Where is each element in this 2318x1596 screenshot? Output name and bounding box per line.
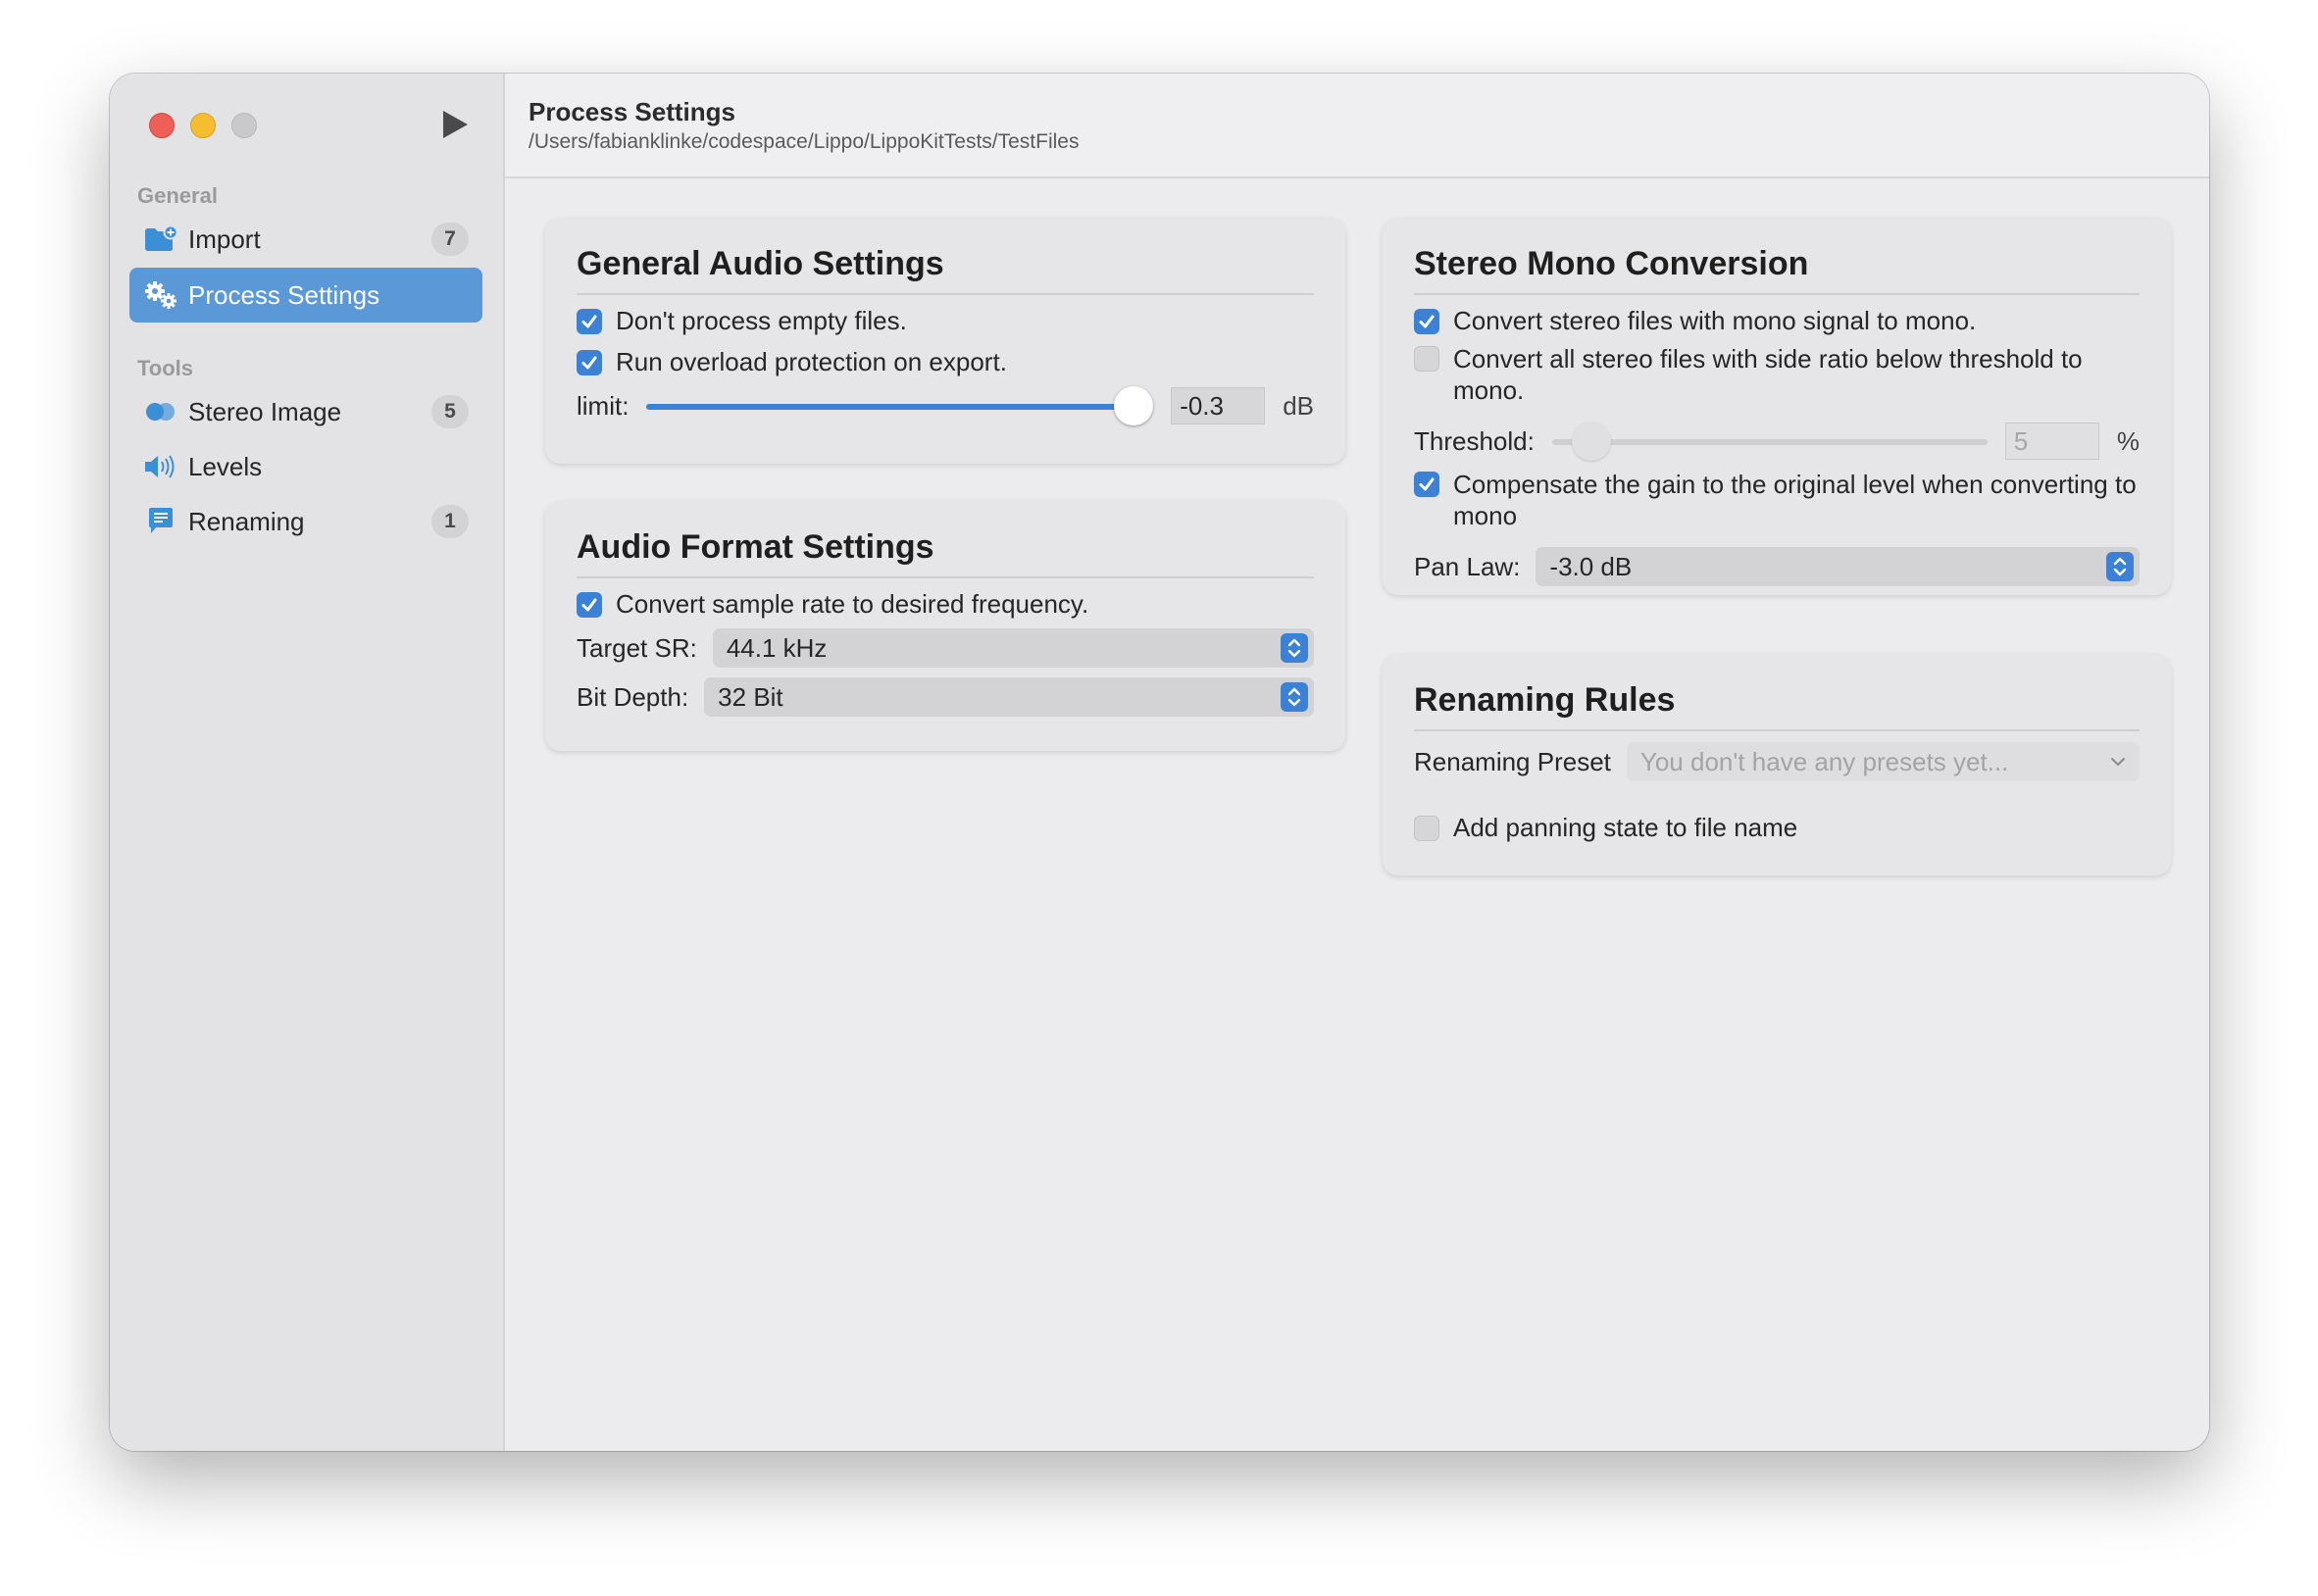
compensate-row: Compensate the gain to the original leve… xyxy=(1414,469,2140,531)
threshold-row: Threshold: 5 % xyxy=(1414,422,2140,461)
overload-protection-checkbox[interactable] xyxy=(577,349,602,375)
empty-files-label: Don't process empty files. xyxy=(616,306,907,335)
empty-files-checkbox[interactable] xyxy=(577,308,602,334)
limit-slider[interactable] xyxy=(646,386,1154,425)
limit-label: limit: xyxy=(577,390,630,421)
slider-track xyxy=(1551,439,1988,445)
sidebar-section-general: General xyxy=(137,183,218,208)
sidebar-item-process-settings[interactable]: Process Settings xyxy=(129,268,482,323)
overload-protection-label: Run overload protection on export. xyxy=(616,347,1007,376)
convert-sample-rate-label: Convert sample rate to desired frequency… xyxy=(616,589,1089,619)
threshold-label: Threshold: xyxy=(1414,425,1535,456)
sidebar-item-label: Levels xyxy=(188,451,263,481)
bit-depth-select[interactable]: 32 Bit xyxy=(704,677,1314,717)
zoom-window-button[interactable] xyxy=(231,113,257,138)
stereo-circles-icon xyxy=(143,394,178,429)
updown-chevron-icon xyxy=(1281,633,1308,663)
app-window: General Import 7 Process Settings Tools … xyxy=(110,74,2209,1451)
side-ratio-row: Convert all stereo files with side ratio… xyxy=(1414,343,2140,406)
compensate-gain-checkbox[interactable] xyxy=(1414,472,1439,497)
side-ratio-checkbox[interactable] xyxy=(1414,346,1439,372)
pan-law-row: Pan Law: -3.0 dB xyxy=(1414,547,2140,586)
text-bubble-icon xyxy=(143,504,178,539)
target-sr-label: Target SR: xyxy=(577,632,697,663)
bit-depth-label: Bit Depth: xyxy=(577,681,689,712)
updown-chevron-icon xyxy=(1281,682,1308,712)
target-sr-row: Target SR: 44.1 kHz xyxy=(577,628,1314,668)
checkmark-icon xyxy=(581,315,597,327)
stereo-mono-conversion-panel: Stereo Mono Conversion Convert stereo fi… xyxy=(1383,218,2171,595)
renaming-count-badge: 1 xyxy=(431,505,469,538)
chevron-down-icon xyxy=(2110,757,2126,767)
slider-knob[interactable] xyxy=(1113,386,1153,425)
checkmark-icon xyxy=(581,598,597,611)
slider-fill xyxy=(646,404,1134,410)
import-count-badge: 7 xyxy=(431,223,469,256)
convert-mono-label: Convert stereo files with mono signal to… xyxy=(1453,306,1977,335)
overload-row: Run overload protection on export. xyxy=(577,347,1314,377)
renaming-preset-select[interactable]: You don't have any presets yet... xyxy=(1626,742,2140,781)
bit-depth-row: Bit Depth: 32 Bit xyxy=(577,677,1314,717)
close-window-button[interactable] xyxy=(149,113,175,138)
checkmark-icon xyxy=(1419,477,1435,491)
checkmark-icon xyxy=(581,356,597,369)
speaker-icon xyxy=(143,449,178,484)
window-controls xyxy=(149,113,257,138)
folder-path: /Users/fabianklinke/codespace/Lippo/Lipp… xyxy=(529,130,1080,153)
convert-mono-row: Convert stereo files with mono signal to… xyxy=(1414,306,2140,336)
limit-value-field[interactable]: -0.3 xyxy=(1171,387,1266,424)
panel-title: Stereo Mono Conversion xyxy=(1414,245,2140,295)
sidebar-item-import[interactable]: Import 7 xyxy=(129,212,482,267)
panning-state-row: Add panning state to file name xyxy=(1414,813,2140,843)
sidebar: General Import 7 Process Settings Tools … xyxy=(110,74,505,1451)
renaming-rules-panel: Renaming Rules Renaming Preset You don't… xyxy=(1383,654,2171,875)
pan-law-value: -3.0 dB xyxy=(1549,551,1633,581)
target-sr-value: 44.1 kHz xyxy=(726,632,828,663)
convert-sr-row: Convert sample rate to desired frequency… xyxy=(577,589,1314,620)
panel-title: Audio Format Settings xyxy=(577,528,1314,578)
audio-format-settings-panel: Audio Format Settings Convert sample rat… xyxy=(545,501,1345,751)
renaming-preset-row: Renaming Preset You don't have any prese… xyxy=(1414,742,2140,781)
pan-law-select[interactable]: -3.0 dB xyxy=(1536,547,2140,586)
sidebar-item-label: Renaming xyxy=(188,506,305,536)
stereo-image-count-badge: 5 xyxy=(431,395,469,428)
sidebar-item-stereo-image[interactable]: Stereo Image 5 xyxy=(129,384,482,439)
sidebar-item-label: Stereo Image xyxy=(188,396,342,426)
sidebar-item-label: Process Settings xyxy=(188,279,380,310)
sidebar-item-label: Import xyxy=(188,224,261,254)
limit-unit: dB xyxy=(1283,390,1314,421)
sidebar-item-levels[interactable]: Levels xyxy=(129,439,482,494)
compensate-gain-label: Compensate the gain to the original leve… xyxy=(1453,470,2137,530)
empty-files-row: Don't process empty files. xyxy=(577,306,1314,336)
limit-row: limit: -0.3 dB xyxy=(577,386,1314,425)
toolbar-header: Process Settings /Users/fabianklinke/cod… xyxy=(505,74,2209,178)
updown-chevron-icon xyxy=(2106,552,2134,581)
renaming-preset-placeholder: You don't have any presets yet... xyxy=(1639,746,2009,776)
general-audio-settings-panel: General Audio Settings Don't process emp… xyxy=(545,218,1345,464)
slider-knob[interactable] xyxy=(1571,422,1611,461)
checkmark-icon xyxy=(1419,315,1435,327)
convert-mono-checkbox[interactable] xyxy=(1414,308,1439,334)
gears-icon xyxy=(143,277,178,313)
convert-sample-rate-checkbox[interactable] xyxy=(577,591,602,618)
renaming-preset-label: Renaming Preset xyxy=(1414,746,1611,776)
side-ratio-label: Convert all stereo files with side ratio… xyxy=(1453,344,2083,405)
threshold-unit: % xyxy=(2116,425,2140,456)
sidebar-section-tools: Tools xyxy=(137,356,194,380)
target-sr-select[interactable]: 44.1 kHz xyxy=(712,628,1314,668)
panel-title: General Audio Settings xyxy=(577,245,1314,295)
sidebar-item-renaming[interactable]: Renaming 1 xyxy=(129,494,482,549)
folder-plus-icon xyxy=(143,222,178,257)
panning-state-checkbox[interactable] xyxy=(1414,815,1439,841)
play-button[interactable] xyxy=(439,109,471,140)
minimize-window-button[interactable] xyxy=(190,113,216,138)
page-title: Process Settings xyxy=(529,97,735,126)
panel-title: Renaming Rules xyxy=(1414,681,2140,731)
bit-depth-value: 32 Bit xyxy=(718,681,783,712)
panning-state-label: Add panning state to file name xyxy=(1453,813,1798,842)
play-icon xyxy=(443,111,468,138)
threshold-value-field[interactable]: 5 xyxy=(2004,423,2099,460)
pan-law-label: Pan Law: xyxy=(1414,551,1521,581)
threshold-slider[interactable] xyxy=(1551,422,1988,461)
